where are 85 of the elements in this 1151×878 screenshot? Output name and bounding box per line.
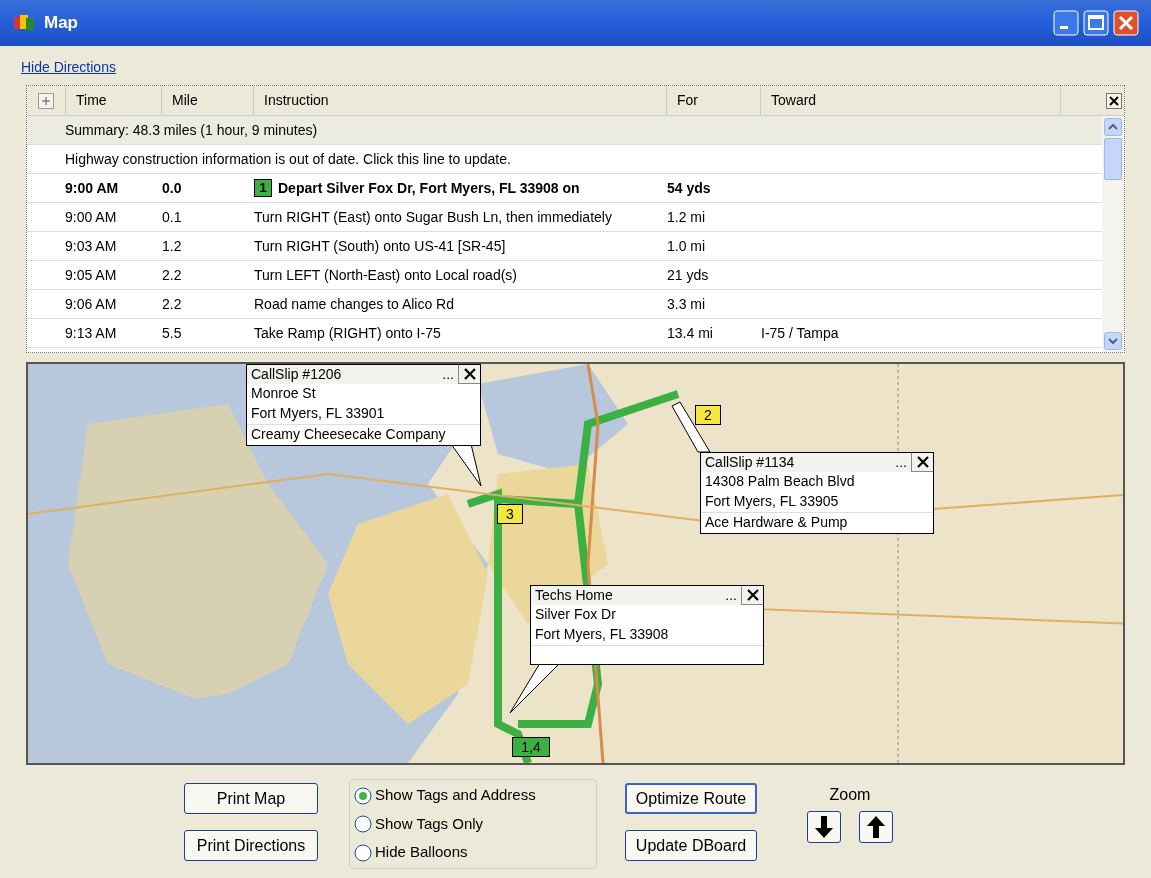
table-cell-text: Depart Silver Fox Dr, Fort Myers, FL 33908 on: [278, 178, 580, 198]
balloon-title: CallSlip #1206: [251, 365, 343, 384]
scroll-up-icon[interactable]: [1104, 118, 1122, 136]
down-arrow-icon: [814, 815, 834, 839]
expand-icon[interactable]: [38, 92, 54, 109]
table-cell-text: 1.0 mi: [667, 236, 706, 256]
maximize-icon[interactable]: [1083, 10, 1109, 36]
map-balloon[interactable]: CallSlip #1206 ... Monroe St Fort Myers, FL 33901 Creamy Cheesecake Company: [246, 364, 481, 446]
scroll-thumb[interactable]: [1104, 138, 1122, 180]
more-menu[interactable]: ...: [725, 586, 741, 605]
app-icon: [12, 13, 36, 33]
balloon-text: 14308 Palm Beach Blvd: [704, 472, 856, 491]
update-dboard-button[interactable]: Update DBoard: [625, 830, 757, 861]
table-cell-text: 5.5: [162, 323, 182, 343]
close-icon[interactable]: [746, 589, 759, 601]
update-notice[interactable]: Highway construction information is out of date. Click this line to update.: [65, 148, 511, 170]
table-cell-text: 9:13 AM: [65, 323, 117, 343]
table-cell-text: 9:05 AM: [65, 265, 117, 285]
close-icon[interactable]: [463, 368, 476, 380]
zoom-out-button[interactable]: [807, 811, 841, 843]
up-arrow-icon: [866, 815, 886, 839]
table-cell-text: Turn LEFT (North-East) onto Local road(s): [254, 265, 517, 285]
optimize-route-button[interactable]: Optimize Route: [625, 783, 757, 814]
column-header[interactable]: Toward: [771, 90, 817, 111]
map-marker: 2: [695, 405, 721, 425]
balloon-title: CallSlip #1134: [705, 453, 796, 472]
map-balloon[interactable]: Techs Home ... Silver Fox Dr Fort Myers, FL 33908: [530, 585, 764, 665]
balloon-text: Creamy Cheesecake Company: [247, 424, 480, 445]
summary-text: Summary: 48.3 miles (1 hour, 9 minutes): [65, 120, 318, 140]
table-cell-text: I-75 / Tampa: [761, 323, 839, 343]
table-cell-text: Take Ramp (RIGHT) onto I-75: [254, 323, 441, 343]
table-cell-text: 0.0: [162, 178, 182, 198]
table-cell-text: 3.3 mi: [667, 294, 706, 314]
table-cell-text: Turn RIGHT (South) onto US-41 [SR-45]: [254, 236, 506, 256]
minimize-icon[interactable]: [1053, 10, 1079, 36]
table-cell-text: 9:00 AM: [65, 178, 119, 198]
table-cell-text: 0.1: [162, 207, 182, 227]
radio-label[interactable]: Show Tags and Address: [375, 784, 536, 807]
table-cell-text: 2.2: [162, 265, 182, 285]
print-map-button[interactable]: Print Map: [184, 783, 318, 814]
balloon-text: Fort Myers, FL 33905: [704, 492, 840, 511]
column-header[interactable]: Mile: [172, 90, 198, 111]
table-cell-text: Road name changes to Alico Rd: [254, 294, 454, 314]
zoom-label: Zoom: [829, 785, 871, 805]
table-cell-text: 9:06 AM: [65, 294, 117, 314]
radio-button[interactable]: [354, 786, 372, 805]
callout-pointer: [509, 662, 561, 714]
column-header[interactable]: For: [677, 90, 698, 111]
zoom-in-button[interactable]: [859, 811, 893, 843]
radio-button[interactable]: [354, 843, 372, 862]
hide-directions-link[interactable]: Hide Directions: [21, 59, 116, 75]
map-marker: 3: [497, 504, 523, 524]
balloon-text: Fort Myers, FL 33901: [250, 404, 386, 423]
map-marker: 1,4: [512, 737, 550, 757]
table-cell-text: 1.2 mi: [667, 207, 706, 227]
column-header[interactable]: Instruction: [264, 90, 329, 111]
table-cell-text: 9:03 AM: [65, 236, 117, 256]
balloon-text: Monroe St: [250, 384, 317, 403]
column-header[interactable]: Time: [76, 90, 107, 111]
balloon-text: Fort Myers, FL 33908: [534, 625, 670, 644]
radio-button[interactable]: [354, 815, 372, 833]
map-balloon[interactable]: CallSlip #1134 ... 14308 Palm Beach Blvd Fort Myers, FL 33905 Ace Hardware & Pump: [700, 452, 934, 534]
table-cell-text: 1.2: [162, 236, 182, 256]
table-cell-text: Turn RIGHT (East) onto Sugar Bush Ln, then immediately: [254, 207, 612, 227]
callout-pointer: [671, 401, 711, 453]
table-cell-text: 9:00 AM: [65, 207, 117, 227]
balloon-text: Ace Hardware & Pump: [701, 512, 933, 533]
table-cell-text: 13.4 mi: [667, 323, 713, 343]
scrollbar[interactable]: [1102, 116, 1124, 352]
window-title: Map: [44, 12, 79, 35]
more-menu[interactable]: ...: [895, 453, 911, 472]
close-icon[interactable]: [916, 456, 929, 468]
balloon-title: Techs Home: [535, 586, 614, 605]
table-cell-text: 21 yds: [667, 265, 709, 285]
table-cell-text: 2.2: [162, 294, 182, 314]
balloon-text: Silver Fox Dr: [534, 605, 617, 624]
step-badge: 1: [254, 179, 272, 197]
more-menu[interactable]: ...: [442, 365, 458, 384]
radio-label[interactable]: Show Tags Only: [375, 812, 484, 836]
scroll-down-icon[interactable]: [1104, 332, 1122, 350]
print-directions-button[interactable]: Print Directions: [184, 830, 318, 861]
close-icon[interactable]: [1106, 92, 1122, 109]
table-cell-text: 54 yds: [667, 178, 711, 198]
radio-label[interactable]: Hide Balloons: [375, 841, 468, 864]
callout-pointer: [450, 443, 482, 487]
